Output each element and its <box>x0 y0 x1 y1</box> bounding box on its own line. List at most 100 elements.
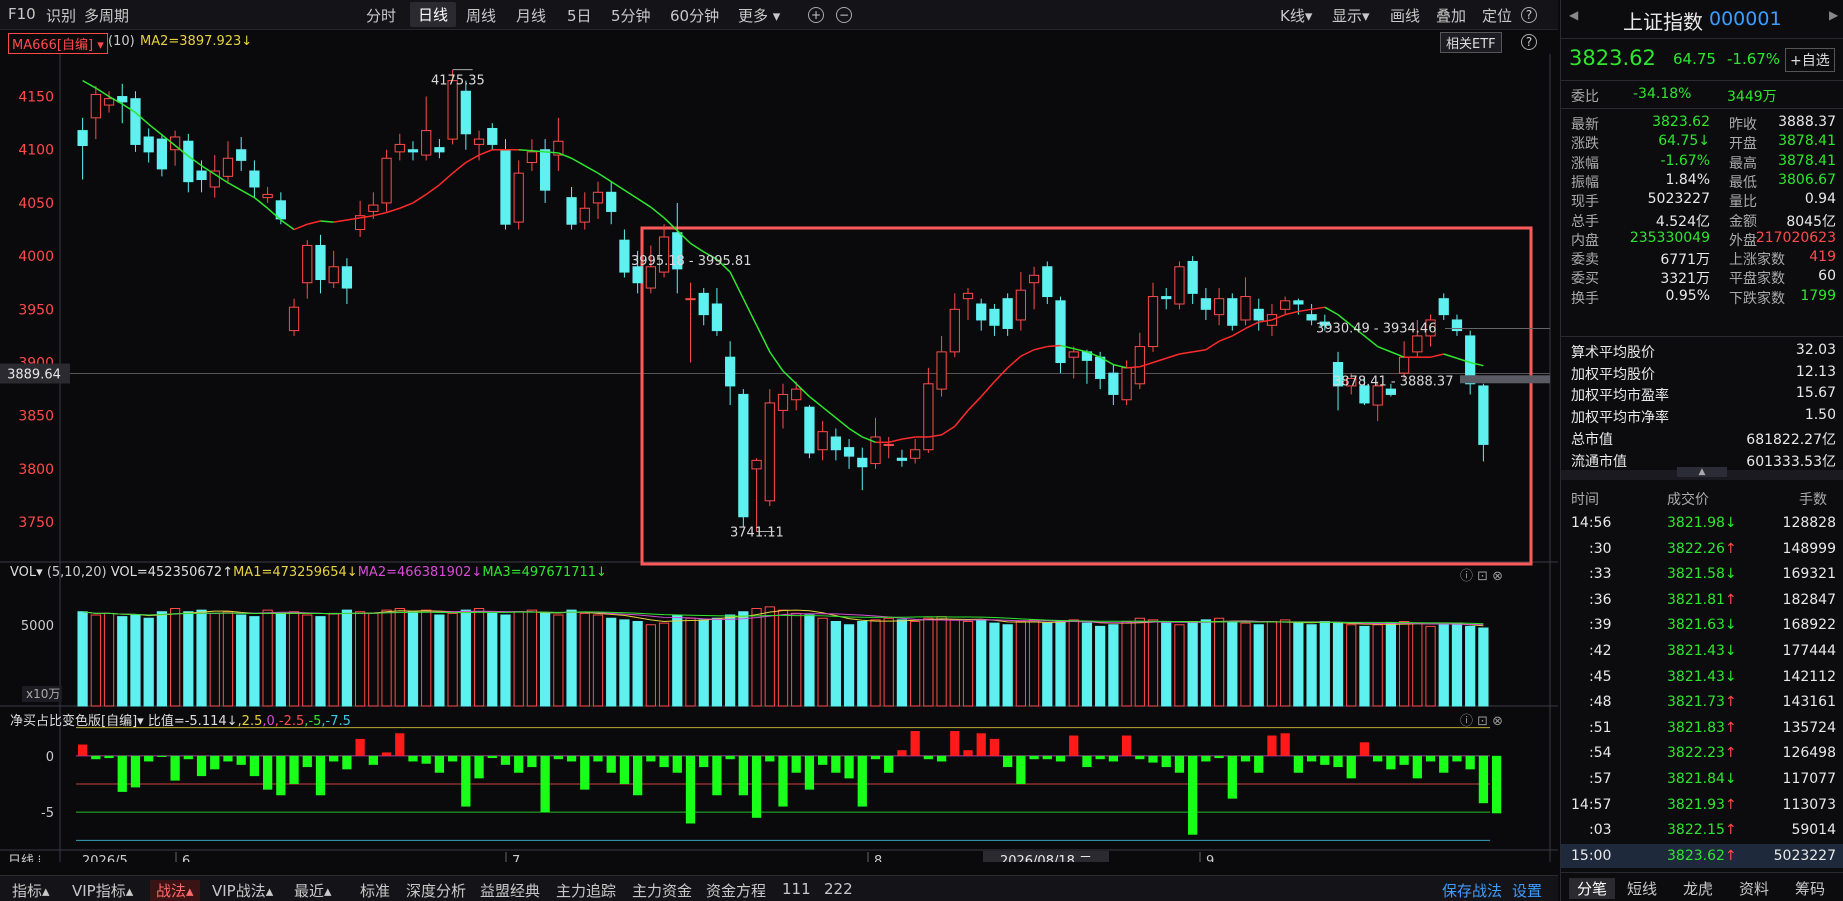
ma-segment <box>1218 335 1233 342</box>
tab-weekly[interactable]: 周线 <box>466 5 496 26</box>
zoom-out-button[interactable]: − <box>836 7 852 23</box>
quote-label: 委卖 <box>1571 252 1599 269</box>
candle <box>870 417 881 469</box>
netbuy-panel-controls[interactable]: ⓘ ⊡ ⊗ <box>1460 710 1503 729</box>
ma-segment <box>373 211 387 217</box>
chart-area[interactable]: 4150 4100 4050 4000 3950 3900 3850 3800 3750 3889… <box>0 54 1558 869</box>
recent-menu[interactable]: 最近▴ <box>294 880 332 901</box>
strategy-menu[interactable]: 战法▴ <box>150 880 200 901</box>
main-funds-button[interactable]: 主力资金 <box>632 880 692 901</box>
settings-link[interactable]: 设置 <box>1512 880 1542 901</box>
volume-bar <box>817 617 828 707</box>
help-icon[interactable]: ? <box>1521 7 1537 23</box>
volume-label[interactable]: VOL▾ <box>10 565 43 580</box>
vip-strategy-menu[interactable]: VIP战法▴ <box>212 880 273 901</box>
save-strategy-link[interactable]: 保存战法 <box>1442 880 1502 901</box>
deep-analysis-button[interactable]: 深度分析 <box>406 880 466 901</box>
display-menu[interactable]: 显示▾ <box>1332 5 1370 26</box>
locate-button[interactable]: 定位 <box>1482 5 1512 26</box>
custom-222-button[interactable]: 222 <box>824 880 853 898</box>
netbuy-bar <box>1042 755 1052 760</box>
arrow-down-icon: ↓ <box>1724 668 1737 685</box>
volume-panel-controls[interactable]: ⓘ ⊡ ⊗ <box>1460 565 1503 584</box>
standard-button[interactable]: 标准 <box>360 880 390 901</box>
f10-button[interactable]: F10 <box>8 5 36 23</box>
tab-fenshi[interactable]: 分时 <box>366 5 396 26</box>
tick-price: 3821.43↓ <box>1667 643 1737 659</box>
custom-111-button[interactable]: 111 <box>782 880 811 898</box>
next-arrow-icon[interactable]: ▶ <box>1829 8 1838 22</box>
tab-chips[interactable]: 筹码 <box>1795 878 1825 899</box>
tab-more[interactable]: 更多 ▾ <box>738 5 780 26</box>
add-watchlist-button[interactable]: +自选 <box>1785 48 1835 72</box>
volume-bar <box>183 611 194 707</box>
volume-bar <box>645 624 656 707</box>
candle-body <box>645 266 656 289</box>
tick-price: 3823.62↑ <box>1667 847 1737 864</box>
volume-bar <box>526 609 538 707</box>
kline-menu[interactable]: K线▾ <box>1280 5 1312 26</box>
tab-daily[interactable]: 日线 <box>410 2 457 27</box>
indicator-badge[interactable]: MA666[自编] ▾ <box>8 33 108 54</box>
multi-period-button[interactable]: 多周期 <box>84 5 129 26</box>
related-etf-button[interactable]: 相关ETF <box>1440 32 1502 53</box>
tab-monthly[interactable]: 月线 <box>516 5 546 26</box>
classic-button[interactable]: 益盟经典 <box>480 880 540 901</box>
candle <box>1174 261 1185 310</box>
ma-segment <box>610 181 625 191</box>
netbuy-bar <box>130 755 141 788</box>
volume-bar <box>1306 624 1317 707</box>
draw-line-button[interactable]: 画线 <box>1390 5 1420 26</box>
candle <box>936 335 947 397</box>
main-tracking-button[interactable]: 主力追踪 <box>556 880 616 901</box>
indicator-menu[interactable]: 指标▴ <box>12 880 50 901</box>
candle-body <box>751 459 762 470</box>
tick-volume: 113073 <box>1782 796 1836 813</box>
ma-segment <box>1390 351 1405 358</box>
quote-value: 60 <box>1818 268 1836 285</box>
ma-segment <box>545 151 559 154</box>
info-help-icon[interactable]: ? <box>1521 34 1537 50</box>
volume-bar <box>619 619 630 707</box>
vip-indicator-menu[interactable]: VIP指标▴ <box>72 880 133 901</box>
volume-bar <box>1359 625 1370 707</box>
candle-body <box>117 96 128 103</box>
netbuy-label[interactable]: 净买占比变色版[自编]▾ <box>10 714 144 729</box>
netbuy-level-1: ,2.5 <box>237 714 263 729</box>
volume-bar <box>315 616 326 707</box>
stat-value: 12.13 <box>1795 363 1836 380</box>
netbuy-bar <box>1016 755 1026 784</box>
volume-ma2: MA2=466381902↓ <box>357 565 483 580</box>
candle-body <box>698 292 709 316</box>
netbuy-bar <box>699 755 709 768</box>
expand-bar[interactable]: ▲ <box>1561 467 1843 480</box>
netbuy-bar <box>223 755 233 762</box>
netbuy-axis-label: -5 <box>41 806 54 821</box>
tab-shortline[interactable]: 短线 <box>1627 878 1657 899</box>
ma-segment <box>624 189 639 200</box>
kline-chart-svg[interactable]: 4150410040504000395039003850380037503889… <box>0 54 1558 869</box>
netbuy-bar <box>315 755 326 796</box>
identify-button[interactable]: 识别 <box>46 5 76 26</box>
ma-segment <box>1231 327 1246 337</box>
candle <box>1015 272 1026 331</box>
tab-60min[interactable]: 60分钟 <box>670 5 719 26</box>
tab-5min[interactable]: 5分钟 <box>611 5 651 26</box>
expand-arrow-icon[interactable]: ▲ <box>1677 467 1727 477</box>
arrow-up-icon: ↑ <box>1724 822 1737 839</box>
candle-body <box>1002 298 1013 329</box>
tab-ticks[interactable]: 分笔 <box>1569 878 1616 899</box>
tab-dragon-tiger[interactable]: 龙虎 <box>1683 878 1713 899</box>
candle <box>1240 277 1251 326</box>
prev-arrow-icon[interactable]: ◀ <box>1569 8 1578 22</box>
overlay-button[interactable]: 叠加 <box>1436 5 1466 26</box>
netbuy-bar <box>976 733 986 756</box>
candle-body <box>130 98 141 145</box>
funds-equation-button[interactable]: 资金方程 <box>706 880 766 901</box>
ma-segment <box>808 395 824 408</box>
quote-label: 上涨家数 <box>1729 252 1785 269</box>
tab-profile[interactable]: 资料 <box>1739 878 1769 899</box>
tab-5day[interactable]: 5日 <box>567 5 592 26</box>
netbuy-bar <box>633 755 643 796</box>
zoom-in-button[interactable]: + <box>808 7 824 23</box>
